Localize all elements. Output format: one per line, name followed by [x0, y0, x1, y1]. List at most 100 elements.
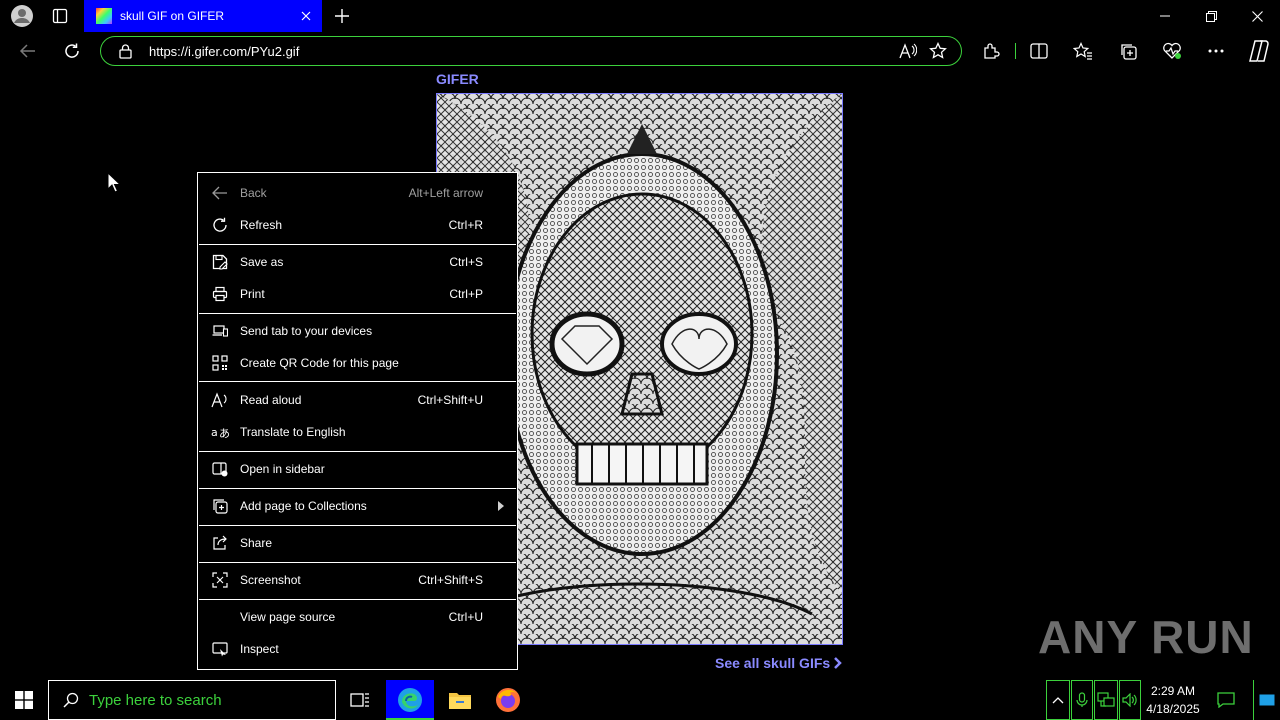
more-options-icon[interactable] [1201, 36, 1231, 66]
tray-microphone[interactable] [1071, 680, 1093, 720]
menu-item-back[interactable]: Back Alt+Left arrow [198, 177, 517, 209]
extensions-icon[interactable] [976, 36, 1006, 66]
site-logo[interactable]: GIFER [436, 71, 479, 87]
menu-separator [199, 313, 516, 314]
send-tab-icon [210, 321, 230, 341]
menu-item-label: Inspect [240, 642, 279, 656]
minimize-icon[interactable] [1142, 0, 1188, 32]
see-all-label[interactable]: See all skull GIFs [715, 655, 830, 671]
taskbar-edge[interactable] [386, 680, 434, 720]
see-all-gifs-link[interactable]: See all skull GIFs [715, 655, 842, 671]
print-icon [210, 284, 230, 304]
windows-logo-icon [15, 691, 33, 709]
firefox-icon [496, 688, 520, 712]
action-center-button[interactable] [1208, 680, 1244, 720]
new-tab-icon[interactable] [330, 4, 354, 28]
menu-item-view-page-source[interactable]: View page source Ctrl+U [198, 601, 517, 633]
menu-item-label: Send tab to your devices [240, 324, 373, 338]
tab-actions-icon[interactable] [46, 4, 74, 28]
menu-item-open-in-sidebar[interactable]: Open in sidebar [198, 453, 517, 485]
menu-item-shortcut: Ctrl+P [449, 287, 483, 301]
read-aloud-icon [210, 390, 230, 410]
taskbar: Type here to search 2:29 AM 4/18/2025 [0, 680, 1280, 720]
restore-icon[interactable] [1188, 0, 1234, 32]
title-bar: skull GIF on GIFER [0, 0, 1280, 32]
menu-item-save-as[interactable]: Save as Ctrl+S [198, 246, 517, 278]
clock-date: 4/18/2025 [1146, 702, 1200, 716]
menu-item-refresh[interactable]: Refresh Ctrl+R [198, 209, 517, 241]
menu-item-shortcut: Ctrl+Shift+U [417, 393, 483, 407]
desktop-icon [1259, 694, 1275, 706]
menu-separator [199, 488, 516, 489]
empty-icon-slot [210, 607, 230, 627]
profile-icon[interactable] [8, 4, 36, 28]
page-content: GIFER See all skull GIFs ANY RUN [0, 70, 1280, 680]
menu-item-shortcut: Alt+Left arrow [408, 186, 483, 200]
favorite-star-icon[interactable] [923, 37, 953, 65]
taskbar-firefox[interactable] [484, 680, 532, 720]
menu-item-print[interactable]: Print Ctrl+P [198, 278, 517, 310]
menu-item-read-aloud[interactable]: Read aloud Ctrl+Shift+U [198, 384, 517, 416]
submenu-arrow-icon [498, 501, 504, 511]
url-text[interactable]: https://i.gifer.com/PYu2.gif [149, 44, 893, 59]
read-aloud-icon[interactable] [893, 37, 923, 65]
copilot-icon[interactable] [1243, 36, 1273, 66]
collections-icon [210, 496, 230, 516]
show-hidden-icons-button[interactable] [1046, 680, 1070, 720]
address-bar[interactable]: https://i.gifer.com/PYu2.gif [100, 36, 962, 66]
menu-item-inspect[interactable]: Inspect [198, 633, 517, 665]
mouse-cursor-icon [107, 172, 121, 193]
screenshot-icon [210, 570, 230, 590]
menu-item-label: Save as [240, 255, 284, 269]
taskbar-file-explorer[interactable] [436, 680, 484, 720]
show-desktop-button[interactable] [1253, 680, 1280, 720]
menu-item-screenshot[interactable]: Screenshot Ctrl+Shift+S [198, 564, 517, 596]
menu-item-label: Refresh [240, 218, 283, 232]
translate-icon: aあ [210, 422, 230, 442]
menu-separator [199, 525, 516, 526]
menu-item-send-tab[interactable]: Send tab to your devices [198, 315, 517, 347]
taskbar-clock[interactable]: 2:29 AM 4/18/2025 [1142, 680, 1204, 720]
save-as-icon [210, 252, 230, 272]
refresh-icon[interactable] [57, 36, 87, 66]
menu-item-label: Open in sidebar [240, 462, 325, 476]
search-icon [61, 690, 81, 710]
back-icon[interactable] [13, 36, 43, 66]
tray-volume[interactable] [1119, 680, 1141, 720]
favorites-icon[interactable] [1068, 36, 1098, 66]
menu-item-shortcut: Ctrl+R [448, 218, 483, 232]
tray-network[interactable] [1094, 680, 1118, 720]
notification-icon [1217, 692, 1235, 708]
network-icon [1097, 692, 1115, 707]
menu-separator [199, 244, 516, 245]
menu-item-share[interactable]: Share [198, 527, 517, 559]
microphone-icon [1076, 692, 1088, 707]
menu-item-label: Create QR Code for this page [240, 356, 399, 370]
menu-item-label: Add page to Collections [240, 499, 367, 513]
close-window-icon[interactable] [1234, 0, 1280, 32]
menu-item-create-qr-code[interactable]: Create QR Code for this page [198, 347, 517, 379]
browser-tab[interactable]: skull GIF on GIFER [84, 0, 322, 32]
menu-item-translate[interactable]: aあ Translate to English [198, 416, 517, 448]
menu-item-shortcut: Ctrl+S [449, 255, 483, 269]
taskbar-search-box[interactable]: Type here to search [48, 680, 336, 720]
menu-item-label: Screenshot [240, 573, 301, 587]
qr-code-icon [210, 353, 230, 373]
volume-icon [1122, 693, 1137, 707]
menu-item-add-to-collections[interactable]: Add page to Collections [198, 490, 517, 522]
lock-icon[interactable] [117, 43, 133, 59]
navigation-bar: https://i.gifer.com/PYu2.gif [0, 32, 1280, 70]
start-button[interactable] [0, 680, 48, 720]
close-tab-icon[interactable] [294, 4, 318, 28]
split-screen-icon[interactable] [1024, 36, 1054, 66]
browser-essentials-icon[interactable] [1157, 36, 1187, 66]
anyrun-watermark: ANY RUN [1038, 610, 1254, 664]
svg-text:a: a [211, 426, 218, 439]
search-placeholder[interactable]: Type here to search [89, 692, 222, 709]
clock-time: 2:29 AM [1150, 684, 1196, 698]
edge-icon [398, 688, 422, 712]
task-view-button[interactable] [336, 680, 384, 720]
tab-title: skull GIF on GIFER [120, 9, 225, 23]
menu-item-label: Print [240, 287, 265, 301]
collections-icon[interactable] [1113, 36, 1143, 66]
